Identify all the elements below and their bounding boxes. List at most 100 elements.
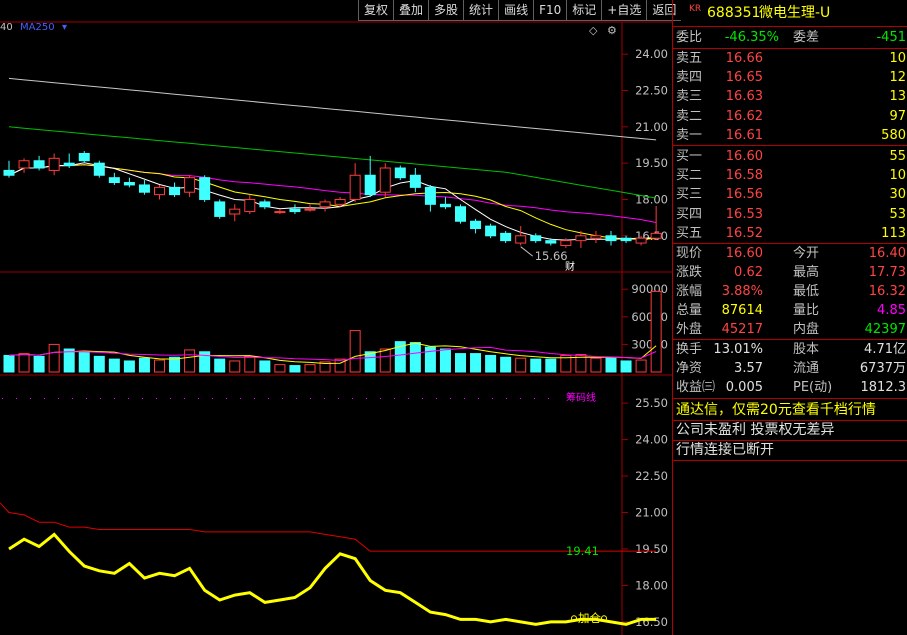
volume-bar (229, 360, 241, 373)
stat-row: 涨幅 3.88% 最低 16.32 (673, 282, 907, 301)
bid-price: 16.53 (725, 206, 763, 222)
ind-dot (16, 398, 17, 399)
quote-panel: KR 688351 微电生理-U 委比 -46.35% 委差 -451 卖五 16… (672, 0, 907, 635)
candle-body (349, 174, 361, 200)
promo-link[interactable]: 通达信，仅需20元查看千档行情 (676, 400, 876, 420)
candle-body (439, 203, 451, 208)
candle-body (560, 240, 572, 246)
candle-body (515, 235, 527, 244)
ind-dot (324, 398, 325, 399)
settings-icon[interactable]: ⚙ (607, 24, 617, 37)
ind-dot (506, 398, 507, 399)
volume-bar (334, 358, 346, 373)
ask-volume: 97 (889, 108, 906, 124)
stat-value: 0.62 (734, 265, 763, 280)
candle-body (620, 237, 632, 242)
ask-price: 16.61 (725, 127, 763, 143)
fund-label: 流通 (793, 361, 820, 376)
ask-row: 卖一 16.61 580 (673, 126, 907, 145)
stat-row: 涨跌 0.62 最高 17.73 (673, 263, 907, 282)
diamond-icon[interactable]: ◇ (589, 24, 597, 37)
candle-body (409, 174, 421, 188)
price-axis-label: 18.00 (635, 192, 668, 206)
ind-value-label: 19.41 (566, 544, 599, 558)
volume-bar (620, 360, 632, 373)
bid-volume: 53 (889, 206, 906, 222)
volume-bar (244, 355, 256, 373)
stat-value: 42397 (864, 322, 906, 337)
candle-body (500, 232, 512, 242)
candle-body (545, 240, 557, 244)
toolbar-button-7[interactable]: +自选 (601, 0, 647, 21)
fund-value: 0.005 (725, 380, 763, 395)
fund-row: 净资 3.57 流通 6737万 (673, 359, 907, 378)
stat-label: 涨跌 (676, 265, 703, 280)
ind-dot (2, 398, 3, 399)
toolbar-button-6[interactable]: 标记 (566, 0, 602, 21)
volume-bar (349, 330, 361, 373)
toolbar-button-3[interactable]: 统计 (463, 0, 499, 21)
candle-body (424, 186, 436, 205)
bid-label: 买四 (676, 206, 703, 222)
ind-axis-label: 22.50 (635, 469, 668, 483)
ind-dot (254, 398, 255, 399)
candle-body (364, 174, 376, 196)
volume-bar (590, 357, 602, 373)
toolbar-button-0[interactable]: 复权 (358, 0, 394, 21)
fund-label: 股本 (793, 342, 820, 357)
candle-body (635, 237, 647, 244)
candle-body (154, 186, 165, 196)
ind-axis-label: 24.00 (635, 433, 668, 447)
bid-label: 买三 (676, 187, 703, 203)
wei-bi-label: 委比 (676, 30, 703, 45)
stat-label: 今开 (793, 246, 820, 261)
ma120-line (8, 126, 657, 199)
candle-body (229, 208, 241, 215)
candle-body (334, 198, 346, 205)
ask-row: 卖五 16.66 10 (673, 49, 907, 68)
ind-dot (44, 398, 45, 399)
bid-volume: 10 (889, 168, 906, 184)
ind-dot (352, 398, 353, 399)
ask-label: 卖一 (676, 127, 703, 143)
candle-body (244, 198, 256, 213)
ind-axis-label: 16.50 (635, 615, 668, 629)
toolbar-button-5[interactable]: F10 (533, 0, 567, 21)
candle-body (575, 235, 587, 242)
bid-row: 买三 16.56 30 (673, 185, 907, 204)
candle-body (63, 162, 75, 167)
volume-ma-line (8, 346, 657, 362)
toolbar-button-2[interactable]: 多股 (428, 0, 464, 21)
volume-bar (3, 354, 15, 373)
kline-chart-area[interactable]: 24.00 22.50 21.00 19.50 18.00 16.50 15.66财 9000… (0, 0, 682, 635)
market-tag: KR (689, 4, 702, 14)
candle-body (78, 152, 90, 162)
volume-bar (18, 353, 30, 373)
wei-bi-row: 委比 -46.35% 委差 -451 (673, 28, 907, 47)
ask-volume: 580 (881, 127, 906, 143)
candle-body (485, 225, 497, 237)
fund-label: 净资 (676, 361, 703, 376)
ask-label: 卖四 (676, 70, 703, 86)
candle-body (123, 182, 135, 186)
volume-bar (93, 355, 105, 373)
ma-period-label: 40 (0, 22, 13, 33)
volume-bar (48, 343, 60, 373)
ma20-line (8, 164, 657, 223)
ask-row: 卖三 16.63 13 (673, 87, 907, 106)
volume-bar (485, 354, 497, 373)
stock-code: 688351 (707, 5, 761, 21)
stat-value: 87614 (721, 303, 763, 318)
ind-axis-label: 18.00 (635, 578, 668, 592)
vol-axis-label: 90000 (631, 282, 668, 296)
stat-row: 现价 16.60 今开 16.40 (673, 244, 907, 263)
ma-dropdown-icon[interactable]: ▾ (62, 22, 67, 33)
low-marker-label: 15.66 (535, 249, 568, 263)
bid-volume: 55 (889, 149, 906, 164)
stat-label: 内盘 (793, 322, 820, 337)
toolbar-button-1[interactable]: 叠加 (393, 0, 429, 21)
ind-dot (338, 398, 339, 399)
ask-price: 16.65 (725, 70, 763, 86)
toolbar-button-4[interactable]: 画线 (498, 0, 534, 21)
fund-value: 3.57 (734, 361, 763, 376)
